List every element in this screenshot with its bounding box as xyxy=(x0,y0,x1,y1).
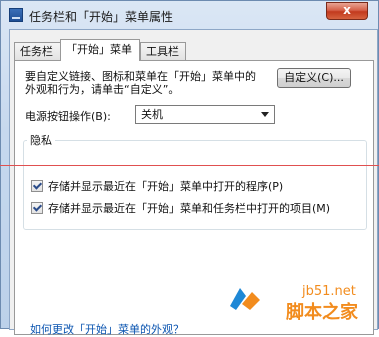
description-line-2: 外观和行为，请单击“自定义”。 xyxy=(25,83,180,96)
recent-programs-label: 存储并显示最近在「开始」菜单中打开的程序(P) xyxy=(48,180,284,193)
title-bar: 任务栏和「开始」菜单属性 x xyxy=(1,1,378,31)
privacy-title: 隐私 xyxy=(27,132,55,148)
watermark-name: 脚本之家 xyxy=(286,302,358,323)
customize-description: 要自定义链接、图标和菜单在「开始」菜单中的 外观和行为，请单击“自定义”。 xyxy=(25,70,275,96)
recent-items-label: 存储并显示最近在「开始」菜单和任务栏中打开的项目(M) xyxy=(48,202,331,215)
power-button-value: 关机 xyxy=(141,108,163,121)
taskbar-icon xyxy=(9,8,23,22)
close-button[interactable]: x xyxy=(326,2,368,20)
recent-programs-checkbox[interactable] xyxy=(31,180,43,192)
tab-start-menu[interactable]: 「开始」菜单 xyxy=(60,39,140,61)
customize-button[interactable]: 自定义(C)... xyxy=(277,68,351,88)
window-title: 任务栏和「开始」菜单属性 xyxy=(29,10,174,24)
power-button-select[interactable]: 关机 xyxy=(135,105,275,124)
annotation-line xyxy=(0,165,379,166)
watermark-logo-icon xyxy=(230,288,260,310)
watermark-site: jb51.net xyxy=(302,284,356,299)
recent-items-checkbox[interactable] xyxy=(31,202,43,214)
tab-toolbars[interactable]: 工具栏 xyxy=(140,42,186,60)
description-line-1: 要自定义链接、图标和菜单在「开始」菜单中的 xyxy=(25,70,256,83)
start-menu-help-link[interactable]: 如何更改「开始」菜单的外观？ xyxy=(30,321,184,337)
power-button-label: 电源按钮操作(B): xyxy=(25,110,111,123)
chevron-down-icon xyxy=(261,112,269,117)
tab-taskbar[interactable]: 任务栏 xyxy=(14,42,62,60)
